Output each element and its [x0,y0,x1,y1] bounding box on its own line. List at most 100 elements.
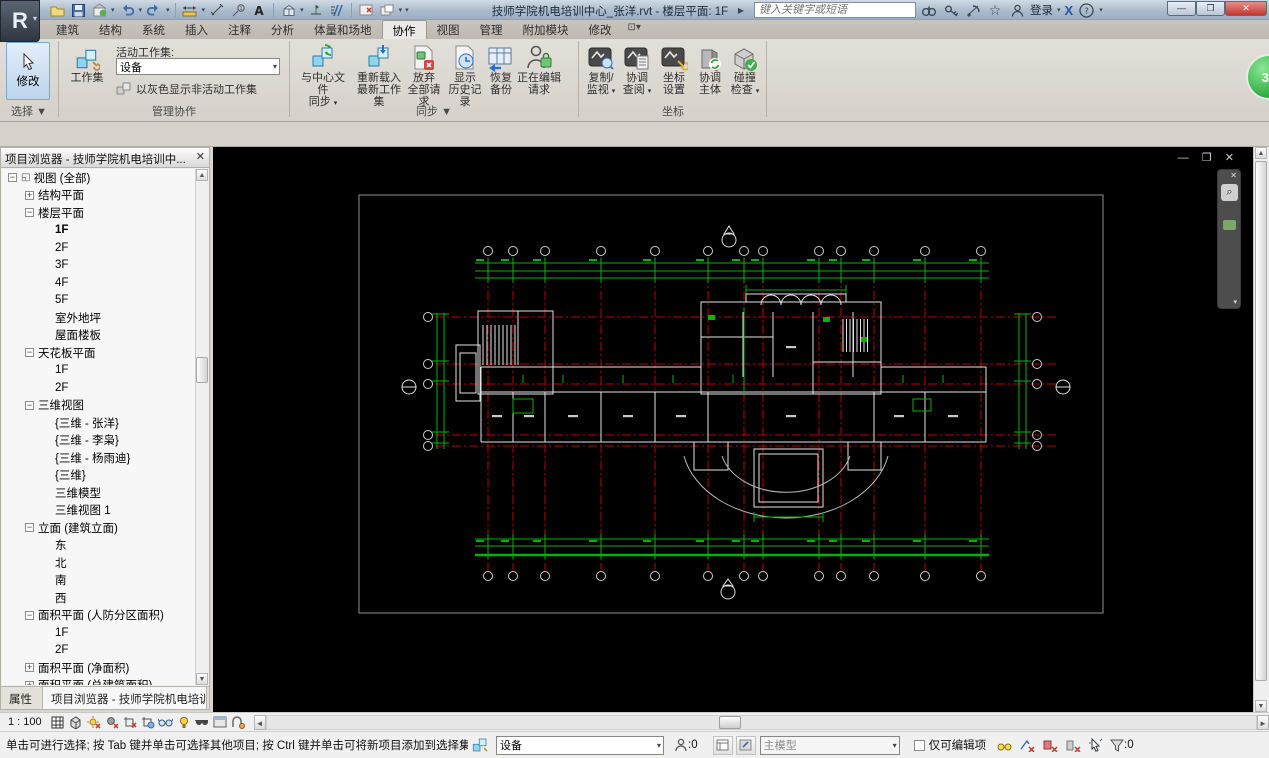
tree-item[interactable]: 南 [2,572,195,590]
measure-icon[interactable] [181,2,199,18]
tree-item[interactable]: − 面积平面 (人防分区面积) [2,607,195,625]
sun-path-icon[interactable] [86,715,102,730]
tree-item[interactable]: 2F [2,642,195,660]
ribbon-tab-注释[interactable]: 注释 [218,20,261,39]
tree-item[interactable]: 三维视图 1 [2,502,195,520]
application-menu-button[interactable]: R ▾ [0,0,40,42]
tree-item[interactable]: 3F [2,257,195,275]
restore-button[interactable]: ❐ [1196,1,1225,16]
press-drag-icon[interactable] [1042,739,1059,752]
tree-expander-icon[interactable]: − [8,173,17,183]
vertical-scrollbar[interactable]: ▲ ▼ [1253,147,1269,712]
tree-item[interactable]: 1F [2,624,195,642]
select-panel-label[interactable]: 选择 ▼ [2,103,56,118]
vscroll-down-icon[interactable]: ▼ [1255,700,1267,712]
tree-item[interactable]: {三维 - 李枭} [2,432,195,450]
show-crop-region-icon[interactable] [140,715,156,730]
reload-latest-button[interactable]: 重新载入 最新工作集 [352,42,406,108]
section-icon[interactable] [307,2,325,18]
detail-level-icon[interactable] [50,715,66,730]
hscroll-right-icon[interactable]: ► [1257,714,1269,730]
undo-icon[interactable] [118,2,136,18]
tree-item[interactable]: − 三维视图 [2,397,195,415]
show-history-button[interactable]: 显示 历史记录 [444,42,486,108]
ribbon-tab-体量和场地[interactable]: 体量和场地 [304,20,382,39]
tree-item[interactable]: 1F [2,362,195,380]
help-icon[interactable]: ? [1077,2,1095,18]
reveal-hidden-elements-icon[interactable] [176,715,192,730]
select-toggle-icon[interactable] [1088,738,1104,752]
ribbon-tab-视图[interactable]: 视图 [427,20,470,39]
infocenter-collapse-icon[interactable]: ▶ [732,2,750,18]
tree-item[interactable]: {三维 - 张洋} [2,414,195,432]
tree-expander-icon[interactable]: − [25,610,34,620]
navigation-bar[interactable]: ✕ ⌕ ▾ [1217,169,1241,309]
steering-wheel-icon[interactable] [1223,220,1236,230]
exclude-options-icon[interactable] [1019,739,1036,752]
gray-inactive-worksets-toggle[interactable]: 以灰色显示非活动工作集 [116,81,257,97]
scroll-down-icon[interactable]: ▼ [196,673,208,685]
tree-item[interactable]: − 楼层平面 [2,204,195,222]
tree-item[interactable]: + 结构平面 [2,187,195,205]
coordination-host-button[interactable]: 协调 主体 [694,42,726,96]
project-browser-close-icon[interactable]: ✕ [196,150,205,163]
tree-item[interactable]: 4F [2,274,195,292]
3d-dropdown-icon[interactable]: ▾ [300,6,304,14]
shadows-icon[interactable] [104,715,120,730]
visual-style-icon[interactable] [68,715,84,730]
ribbon-tab-修改[interactable]: 修改 [579,20,622,39]
thin-lines-icon[interactable] [328,2,346,18]
tree-item[interactable]: 室外地坪 [2,309,195,327]
ribbon-tab-分析[interactable]: 分析 [261,20,304,39]
workset-combo[interactable]: 设备 ▾ [496,735,664,755]
switch-windows-dropdown-icon[interactable]: ▾ [399,6,403,14]
signin-dropdown-icon[interactable]: ▾ [1057,6,1061,14]
drawing-area[interactable]: — ❐ ✕ ✕ ⌕ ▾ [213,147,1253,712]
sync-with-central-button[interactable]: 与中心文件 同步 ▾ [296,42,350,110]
selection-filter-icon[interactable]: :0 [1110,739,1134,752]
undo-dropdown-icon[interactable]: ▾ [139,6,143,14]
default-3d-view-icon[interactable] [279,2,297,18]
switch-windows-icon[interactable] [378,2,396,18]
active-workset-combo[interactable]: 设备 ▾ [116,58,280,75]
tree-expander-icon[interactable]: − [25,523,34,533]
sign-in-person-icon[interactable] [1008,2,1026,18]
show-constraints-icon[interactable] [230,715,246,730]
tree-item[interactable]: {三维 - 杨雨迪} [2,449,195,467]
close-button[interactable]: ✕ [1225,1,1267,16]
signin-label[interactable]: 登录 [1030,2,1053,18]
tree-item[interactable]: 2F [2,379,195,397]
zoom-tool-icon[interactable]: ⌕ [1221,184,1238,201]
relinquish-all-button[interactable]: 放弃 全部请求 [404,42,444,108]
help-dropdown-icon[interactable]: ▾ [1099,6,1103,14]
worksharing-display-icon[interactable] [194,715,210,730]
tree-item[interactable]: 屋面楼板 [2,327,195,345]
hscroll-left-icon[interactable]: ◄ [253,714,266,730]
search-binoculars-icon[interactable] [920,2,938,18]
ribbon-tab-建筑[interactable]: 建筑 [46,20,89,39]
sync-panel-label[interactable]: 同步 ▼ [291,103,577,118]
project-browser-scrollbar[interactable]: ▲ ▼ [195,169,208,685]
redo-icon[interactable] [145,2,163,18]
crop-view-icon[interactable] [122,715,138,730]
aligned-dimension-icon[interactable] [208,2,226,18]
copy-monitor-button[interactable]: 复制/监视 ▾ [584,42,618,98]
favorites-star-icon[interactable]: ☆ [986,2,1004,18]
project-browser-title[interactable]: 项目浏览器 - 技师学院机电培训中... ✕ [1,148,209,168]
tab-properties[interactable]: 属性 [1,687,43,709]
tree-item[interactable]: − ◱ 视图 (全部) [2,169,195,187]
ribbon-tab-结构[interactable]: 结构 [89,20,132,39]
minimize-button[interactable]: — [1167,1,1196,16]
tree-expander-icon[interactable]: − [25,208,34,218]
tree-item[interactable]: − 立面 (建筑立面) [2,519,195,537]
horizontal-scrollbar[interactable] [265,714,1257,730]
communication-center-icon[interactable] [964,2,982,18]
tree-expander-icon[interactable]: + [25,663,34,673]
ribbon-tab-协作[interactable]: 协作 [381,20,427,39]
exchange-apps-icon[interactable]: X [1065,3,1074,18]
worksharing-glasses-icon[interactable] [996,739,1013,752]
tree-item[interactable]: 1F [2,222,195,240]
tab-project-browser[interactable]: 项目浏览器 - 技师学院机电培训... [43,687,207,709]
redo-dropdown-icon[interactable]: ▾ [166,6,170,14]
subscription-key-icon[interactable] [942,2,960,18]
